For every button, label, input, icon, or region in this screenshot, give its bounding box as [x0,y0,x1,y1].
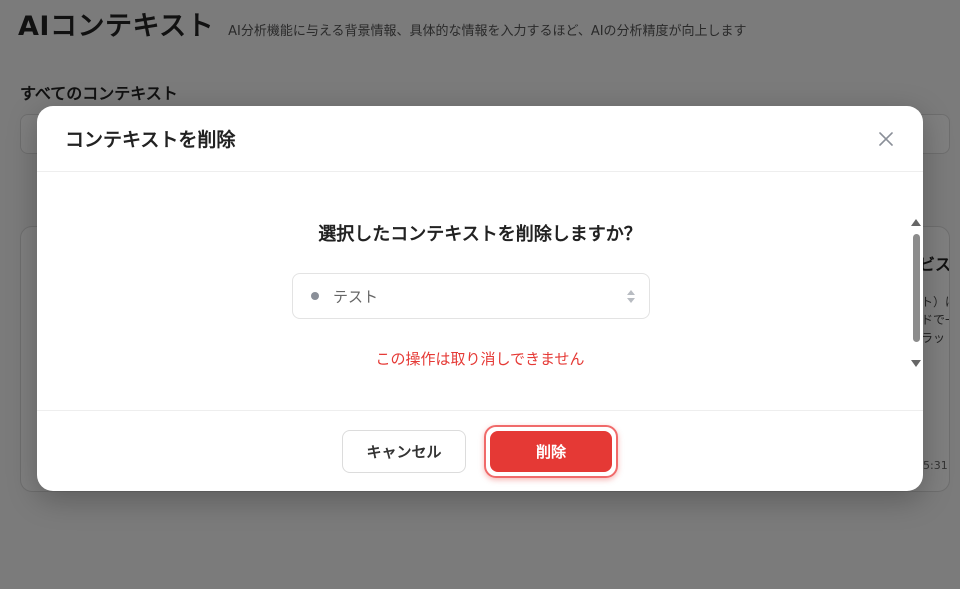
scroll-up-arrow-icon[interactable] [911,218,921,226]
dialog-header: コンテキストを削除 [37,106,923,172]
dot-icon [311,292,319,300]
delete-button-focus-ring: 削除 [484,424,618,478]
confirm-question: 選択したコンテキストを削除しますか？ [318,224,642,245]
cancel-button[interactable]: キャンセル [342,429,466,473]
context-select[interactable]: テスト [292,273,650,319]
close-button[interactable] [871,124,901,154]
dialog-title: コンテキストを削除 [65,129,236,151]
irreversible-warning: この操作は取り消しできません [375,350,585,368]
context-select-value: テスト [333,287,379,306]
chevron-updown-icon [627,289,635,303]
scroll-down-arrow-icon[interactable] [911,360,921,368]
close-icon [879,131,893,146]
dialog-body: 選択したコンテキストを削除しますか？ テスト この操作は取り消しできません [37,172,923,410]
dialog-scrollbar[interactable] [911,218,921,368]
delete-context-dialog: コンテキストを削除 選択したコンテキストを削除しますか？ テスト この操作は取り… [37,106,923,491]
delete-button[interactable]: 削除 [490,430,612,472]
scrollbar-thumb[interactable] [913,234,920,342]
dialog-footer: キャンセル 削除 [37,410,923,491]
